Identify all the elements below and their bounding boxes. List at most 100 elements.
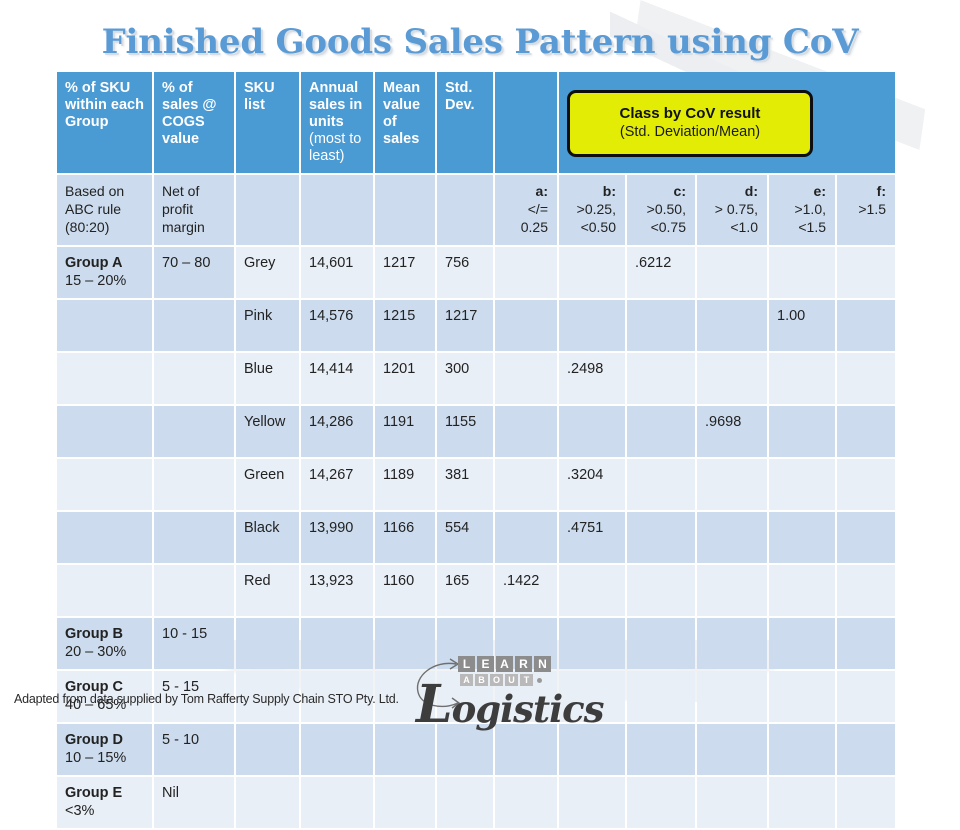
header-spacer	[495, 72, 557, 173]
class-range-lower: 0.25	[520, 219, 548, 235]
header-annual-sales-sublabel: (most to least)	[309, 131, 362, 164]
subheader-class-a: a: </= 0.25	[495, 175, 557, 245]
group-sales-percent-cell: 5 - 10	[154, 724, 234, 775]
logo-script-initial: L	[416, 674, 453, 735]
subheader-class-f: f: >1.5	[837, 175, 895, 245]
cov-class-f-cell	[837, 300, 895, 351]
annual-sales-cell	[301, 618, 373, 669]
mean-value-cell: 1166	[375, 512, 435, 563]
callout-title: Class by CoV result	[619, 105, 761, 122]
cov-class-a-cell: .1422	[495, 565, 557, 616]
cov-class-d-cell	[697, 512, 767, 563]
subheader-empty-1	[301, 175, 373, 245]
logo-letter-r: R	[515, 656, 532, 672]
cov-class-f-cell	[837, 724, 895, 775]
group-cell: Group B 20 – 30%	[57, 618, 152, 669]
cov-class-c-cell	[627, 618, 695, 669]
cov-class-f-cell	[837, 671, 895, 722]
annual-sales-cell	[301, 777, 373, 828]
header-annual-sales-label: Annual sales in units	[309, 80, 363, 130]
class-range-upper: >0.25,	[576, 201, 616, 217]
subheader-empty-3	[437, 175, 493, 245]
group-cell: Group D 10 – 15%	[57, 724, 152, 775]
cov-class-f-cell	[837, 406, 895, 457]
group-sku-percent: 20 – 30%	[65, 644, 127, 660]
class-range-upper: >0.50,	[646, 201, 686, 217]
cov-class-c-cell	[627, 459, 695, 510]
logo-script-rest: ogistics	[451, 687, 605, 731]
cov-class-d-cell	[697, 247, 767, 298]
class-key: b:	[602, 183, 616, 199]
header-pct-sales: % of sales @ COGS value	[154, 72, 234, 173]
cov-class-b-cell	[559, 618, 625, 669]
header-pct-sku: % of SKU within each Group	[57, 72, 152, 173]
annual-sales-cell: 14,414	[301, 353, 373, 404]
sku-name-cell: Blue	[236, 353, 299, 404]
cov-class-e-cell	[769, 512, 835, 563]
group-name: Group E	[65, 785, 123, 801]
std-dev-cell: 300	[437, 353, 493, 404]
class-by-cov-callout: Class by CoV result (Std. Deviation/Mean)	[567, 90, 813, 157]
cov-class-d-cell	[697, 777, 767, 828]
cov-class-e-cell	[769, 724, 835, 775]
table-row: Blue 14,414 1201 300 .2498	[57, 353, 895, 404]
cov-class-d-cell	[697, 565, 767, 616]
cov-class-b-cell	[559, 300, 625, 351]
group-sales-percent-cell	[154, 565, 234, 616]
cov-class-c-cell	[627, 353, 695, 404]
cov-class-d-cell	[697, 724, 767, 775]
class-by-cov-callout-cell: Class by CoV result (Std. Deviation/Mean)	[559, 72, 895, 173]
group-sales-percent-cell	[154, 300, 234, 351]
std-dev-cell: 381	[437, 459, 493, 510]
table-header-row: % of SKU within each Group % of sales @ C…	[57, 72, 895, 173]
header-mean-value: Mean value of sales	[375, 72, 435, 173]
group-sales-percent-cell: 10 - 15	[154, 618, 234, 669]
mean-value-cell	[375, 777, 435, 828]
cov-class-e-cell	[769, 618, 835, 669]
cov-class-e-cell: 1.00	[769, 300, 835, 351]
cov-class-b-cell	[559, 406, 625, 457]
page-title: Finished Goods Sales Pattern using CoV	[101, 22, 859, 62]
header-mean-value-label: Mean value of sales	[383, 80, 421, 147]
callout-subtitle: (Std. Deviation/Mean)	[619, 124, 761, 140]
class-range-upper: >1.0,	[794, 201, 826, 217]
header-std-dev-label: Std. Dev.	[445, 80, 475, 113]
table-row: Yellow 14,286 1191 1155 .9698	[57, 406, 895, 457]
subheader-class-b: b: >0.25, <0.50	[559, 175, 625, 245]
sku-name-cell	[236, 724, 299, 775]
class-range-upper: >1.5	[858, 201, 886, 217]
cov-class-c-cell	[627, 512, 695, 563]
logo-learn-letters: LEARN	[458, 656, 551, 672]
logo-letter-l: L	[458, 656, 475, 672]
group-sales-percent-cell: 70 – 80	[154, 247, 234, 298]
group-name: Group B	[65, 626, 123, 642]
sku-name-cell: Yellow	[236, 406, 299, 457]
cov-class-e-cell	[769, 247, 835, 298]
cov-class-f-cell	[837, 247, 895, 298]
mean-value-cell: 1215	[375, 300, 435, 351]
subheader-class-d: d: > 0.75, <1.0	[697, 175, 767, 245]
std-dev-cell	[437, 777, 493, 828]
subheader-class-e: e: >1.0, <1.5	[769, 175, 835, 245]
std-dev-cell: 756	[437, 247, 493, 298]
subheader-empty-0	[236, 175, 299, 245]
footer-credit: Adapted from data supplied by Tom Raffer…	[14, 692, 399, 706]
class-range-lower: <1.0	[730, 219, 758, 235]
table-row: Group E <3% Nil	[57, 777, 895, 828]
header-sku-list-label: SKU list	[244, 80, 275, 113]
group-sales-percent-cell	[154, 512, 234, 563]
group-cell	[57, 512, 152, 563]
sku-name-cell: Green	[236, 459, 299, 510]
class-range-upper: > 0.75,	[714, 201, 758, 217]
cov-class-f-cell	[837, 565, 895, 616]
group-cell	[57, 459, 152, 510]
group-sku-percent: <3%	[65, 803, 95, 819]
subheader-class-c: c: >0.50, <0.75	[627, 175, 695, 245]
class-range-lower: <0.75	[650, 219, 686, 235]
table-subheader-row: Based on ABC rule (80:20) Net of profit m…	[57, 175, 895, 245]
group-sales-percent-cell	[154, 406, 234, 457]
group-cell	[57, 406, 152, 457]
annual-sales-cell: 14,286	[301, 406, 373, 457]
group-cell: Group A 15 – 20%	[57, 247, 152, 298]
cov-class-e-cell	[769, 406, 835, 457]
